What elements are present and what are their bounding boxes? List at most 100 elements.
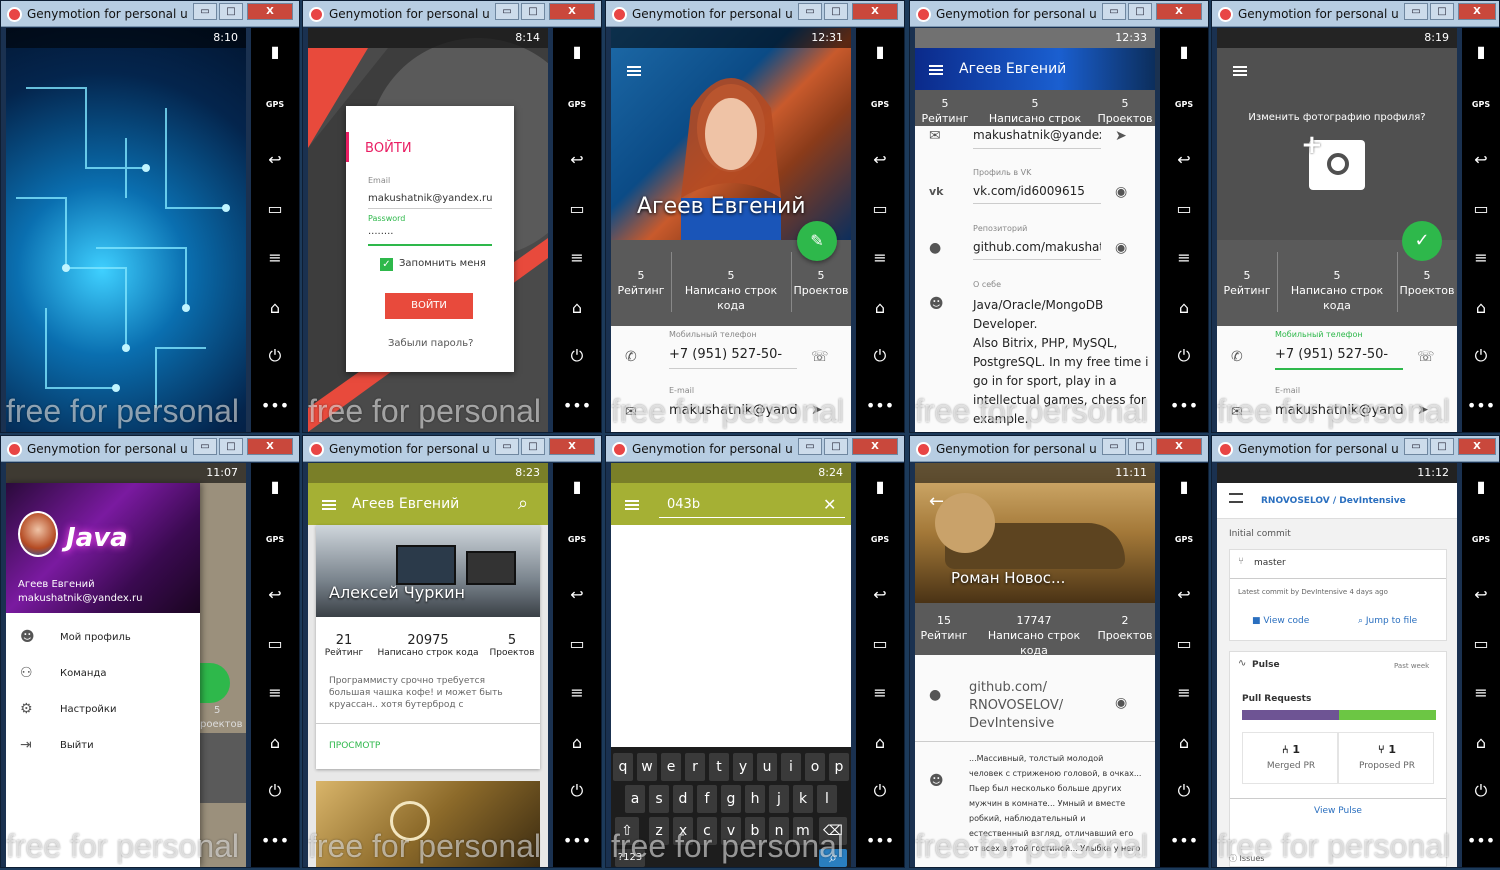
close-button[interactable]: X <box>1156 3 1202 20</box>
menu-icon[interactable] <box>1233 66 1247 76</box>
menu-button[interactable]: ≡ <box>1462 248 1500 267</box>
menu-button[interactable]: ≡ <box>1160 683 1208 702</box>
recent-apps-button[interactable]: ▭ <box>1462 199 1500 218</box>
more-button[interactable]: ••• <box>251 396 299 415</box>
call-icon[interactable]: ☏ <box>811 349 829 365</box>
key-a[interactable]: a <box>625 785 645 813</box>
home-button[interactable]: ⌂ <box>1462 298 1500 317</box>
home-button[interactable]: ⌂ <box>1160 298 1208 317</box>
home-button[interactable]: ⌂ <box>553 298 601 317</box>
minimize-button[interactable]: ▭ <box>1102 438 1126 455</box>
view-button[interactable]: ПРОСМОТР <box>329 741 380 751</box>
power-button[interactable]: ⏻ <box>856 781 904 801</box>
call-icon[interactable]: ☏ <box>1417 349 1435 365</box>
menu-button[interactable]: ≡ <box>856 683 904 702</box>
maximize-button[interactable]: □ <box>521 438 545 455</box>
gps-button[interactable]: GPS <box>251 535 299 544</box>
key-g[interactable]: g <box>721 785 741 813</box>
email-field[interactable]: makushatnik@yandex.ru <box>368 193 492 204</box>
menu-button[interactable]: ≡ <box>251 683 299 702</box>
recent-apps-button[interactable]: ▭ <box>251 634 299 653</box>
maximize-button[interactable]: □ <box>219 3 243 20</box>
home-button[interactable]: ⌂ <box>856 733 904 752</box>
repo-link[interactable]: github.com/ RNOVOSELOV/ DevIntensive <box>969 679 1063 733</box>
menu-icon[interactable] <box>625 500 639 510</box>
gps-button[interactable]: GPS <box>553 535 601 544</box>
remember-checkbox[interactable]: ✓ <box>380 258 393 271</box>
recent-apps-button[interactable]: ▭ <box>856 634 904 653</box>
back-button[interactable]: ↩ <box>1462 150 1500 169</box>
maximize-button[interactable]: □ <box>1430 438 1454 455</box>
view-code-link[interactable]: ■ View code <box>1252 616 1309 626</box>
maximize-button[interactable]: □ <box>1128 3 1152 20</box>
minimize-button[interactable]: ▭ <box>495 3 519 20</box>
more-button[interactable]: ••• <box>1160 396 1208 415</box>
view-pulse-link[interactable]: View Pulse <box>1230 806 1446 816</box>
back-arrow-icon[interactable]: ← <box>929 491 944 512</box>
key-o[interactable]: o <box>805 753 825 781</box>
back-button[interactable]: ↩ <box>1160 585 1208 604</box>
more-button[interactable]: ••• <box>251 831 299 850</box>
menu-button[interactable]: ≡ <box>553 683 601 702</box>
view-icon[interactable]: ◉ <box>1115 184 1127 200</box>
minimize-button[interactable]: ▭ <box>1102 3 1126 20</box>
key-w[interactable]: w <box>637 753 657 781</box>
minimize-button[interactable]: ▭ <box>798 3 822 20</box>
minimize-button[interactable]: ▭ <box>193 3 217 20</box>
drawer-item-logout[interactable]: ⇥ Выйти <box>6 733 200 763</box>
back-button[interactable]: ↩ <box>1462 585 1500 604</box>
key-f[interactable]: f <box>697 785 717 813</box>
back-button[interactable]: ↩ <box>251 585 299 604</box>
back-button[interactable]: ↩ <box>1160 150 1208 169</box>
gps-button[interactable]: GPS <box>1462 100 1500 109</box>
key-k[interactable]: k <box>793 785 813 813</box>
close-button[interactable]: X <box>1458 3 1496 20</box>
power-button[interactable]: ⏻ <box>251 781 299 801</box>
home-button[interactable]: ⌂ <box>856 298 904 317</box>
maximize-button[interactable]: □ <box>1128 438 1152 455</box>
power-button[interactable]: ⏻ <box>1462 346 1500 366</box>
home-button[interactable]: ⌂ <box>1160 733 1208 752</box>
maximize-button[interactable]: □ <box>824 438 848 455</box>
menu-button[interactable]: ≡ <box>1160 248 1208 267</box>
repo-breadcrumb[interactable]: RNOVOSELOV / DevIntensive <box>1261 496 1406 506</box>
back-button[interactable]: ↩ <box>856 150 904 169</box>
menu-button[interactable]: ≡ <box>553 248 601 267</box>
phone-value[interactable]: +7 (951) 527-50- <box>1275 347 1403 362</box>
power-button[interactable]: ⏻ <box>553 346 601 366</box>
gps-button[interactable]: GPS <box>1160 535 1208 544</box>
send-icon[interactable]: ➤ <box>1115 128 1127 144</box>
search-input[interactable]: 043b <box>667 497 700 512</box>
close-button[interactable]: X <box>852 438 898 455</box>
menu-button[interactable]: ≡ <box>251 248 299 267</box>
power-button[interactable]: ⏻ <box>1160 781 1208 801</box>
password-field[interactable]: ........ <box>368 226 393 237</box>
close-button[interactable]: X <box>1458 438 1496 455</box>
close-button[interactable]: X <box>549 3 595 20</box>
menu-icon[interactable] <box>929 65 943 75</box>
recent-apps-button[interactable]: ▭ <box>1462 634 1500 653</box>
key-h[interactable]: h <box>745 785 765 813</box>
key-s[interactable]: s <box>649 785 669 813</box>
menu-button[interactable]: ≡ <box>856 248 904 267</box>
key-j[interactable]: j <box>769 785 789 813</box>
menu-icon[interactable] <box>627 66 641 76</box>
minimize-button[interactable]: ▭ <box>193 438 217 455</box>
add-photo-icon[interactable]: + <box>1301 130 1365 190</box>
recent-apps-button[interactable]: ▭ <box>553 199 601 218</box>
close-button[interactable]: X <box>247 438 293 455</box>
close-button[interactable]: X <box>1156 438 1202 455</box>
minimize-button[interactable]: ▭ <box>1404 438 1428 455</box>
menu-button[interactable]: ≡ <box>1462 683 1500 702</box>
recent-apps-button[interactable]: ▭ <box>553 634 601 653</box>
vk-value[interactable]: vk.com/id6009615 <box>973 184 1101 198</box>
power-button[interactable]: ⏻ <box>251 346 299 366</box>
branch-selector[interactable]: master <box>1254 558 1286 568</box>
minimize-button[interactable]: ▭ <box>495 438 519 455</box>
back-button[interactable]: ↩ <box>553 585 601 604</box>
phone-value[interactable]: +7 (951) 527-50- <box>669 347 797 362</box>
key-y[interactable]: y <box>733 753 753 781</box>
power-button[interactable]: ⏻ <box>1462 781 1500 801</box>
recent-apps-button[interactable]: ▭ <box>856 199 904 218</box>
minimize-button[interactable]: ▭ <box>1404 3 1428 20</box>
